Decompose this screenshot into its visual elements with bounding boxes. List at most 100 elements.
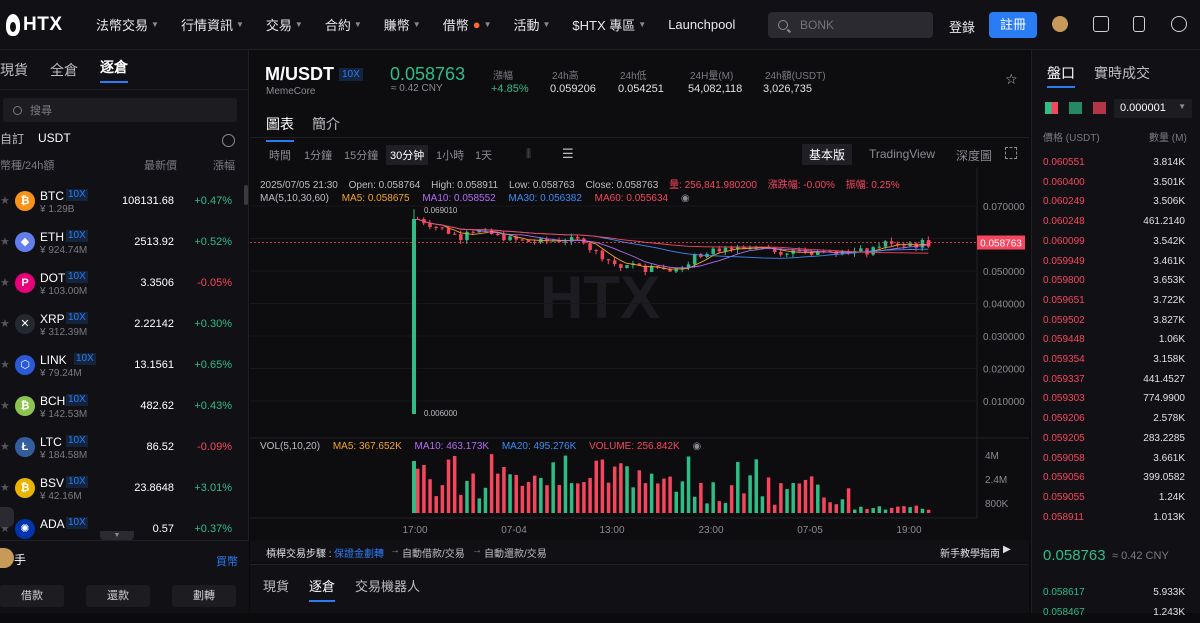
interval-3[interactable]: 30分钟 [386, 145, 429, 165]
play-icon[interactable]: ▶ [1003, 544, 1011, 555]
star-icon[interactable]: ★ [0, 440, 10, 453]
precision-select[interactable]: 0.000001 ▼ [1114, 99, 1192, 118]
tab-trades[interactable]: 實時成交 [1094, 63, 1150, 83]
ob-ask-row[interactable]: 0.059337 441.4527 [1043, 370, 1193, 390]
nav-loan[interactable]: 借幣 ● ▼ [443, 15, 492, 34]
star-icon[interactable]: ★ [0, 194, 10, 207]
star-icon[interactable]: ★ [0, 276, 10, 289]
tab-intro[interactable]: 簡介 [312, 114, 340, 134]
ob-bid-row[interactable]: 0.058467 1.243K [1043, 603, 1193, 623]
interval-4[interactable]: 1小時 [432, 145, 468, 165]
scrollbar[interactable] [244, 185, 248, 205]
repay-button[interactable]: 還款 [86, 585, 150, 607]
ob-ask-row[interactable]: 0.059949 3.461K [1043, 252, 1193, 272]
ob-ask-row[interactable]: 0.059206 2.578K [1043, 409, 1193, 429]
filter-usdt[interactable]: USDT [38, 131, 71, 145]
tab-orderbook[interactable]: 盤口 [1047, 63, 1075, 88]
interval-1[interactable]: 1分鐘 [300, 145, 336, 165]
ob-ask-row[interactable]: 0.059502 3.827K [1043, 311, 1193, 331]
fullscreen-icon[interactable] [1005, 147, 1017, 159]
star-icon[interactable]: ★ [0, 358, 10, 371]
mode-tradingview[interactable]: TradingView [869, 147, 935, 161]
settings-icon[interactable] [222, 134, 235, 147]
language-globe-icon[interactable] [1171, 16, 1187, 32]
nav-earn[interactable]: 賺幣 ▼ [384, 15, 421, 34]
ob-ask-row[interactable]: 0.059448 1.06K [1043, 330, 1193, 350]
ob-ask-row[interactable]: 0.060400 3.501K [1043, 173, 1193, 193]
asks-only-icon[interactable] [1093, 102, 1106, 114]
market-row[interactable]: ★ ₿ BSV 10X ¥ 42.16M 23.8648 +3.01% [0, 471, 240, 512]
market-row[interactable]: ★ P DOT 10X ¥ 103.00M 3.3506 -0.05% [0, 266, 240, 307]
global-search[interactable] [768, 12, 933, 38]
tab-isolated[interactable]: 逐倉 [100, 57, 128, 83]
ob-ask-row[interactable]: 0.060249 3.506K [1043, 192, 1193, 212]
market-row[interactable]: ★ ✕ XRP 10X ¥ 312.39M 2.22142 +0.30% [0, 307, 240, 348]
message-icon[interactable] [1093, 16, 1109, 32]
nav-trade[interactable]: 交易 ▼ [266, 15, 303, 34]
search-input[interactable] [800, 18, 910, 32]
star-icon[interactable]: ★ [0, 317, 10, 330]
ob-ask-row[interactable]: 0.059055 1.24K [1043, 488, 1193, 508]
star-icon[interactable]: ★ [0, 399, 10, 412]
nav-fiat[interactable]: 法幣交易 ▼ [96, 15, 159, 34]
col-symbol[interactable]: 幣種/24h額 [0, 157, 54, 173]
order-tab-bot[interactable]: 交易機器人 [355, 576, 420, 595]
bids-only-icon[interactable] [1069, 102, 1082, 114]
interval-2[interactable]: 15分鐘 [340, 145, 382, 165]
borrow-button[interactable]: 借款 [0, 585, 64, 607]
settings-lines-icon[interactable]: ☰ [562, 146, 574, 162]
ob-ask-row[interactable]: 0.059800 3.653K [1043, 271, 1193, 291]
ob-ask-row[interactable]: 0.059303 774.9900 [1043, 389, 1193, 409]
download-app-icon[interactable] [1133, 16, 1145, 32]
both-sides-icon[interactable] [1045, 102, 1058, 114]
mode-basic[interactable]: 基本版 [802, 144, 853, 165]
nav-launchpool[interactable]: Launchpool [668, 17, 735, 32]
market-row[interactable]: ★ Ł LTC 10X ¥ 184.58M 86.52 -0.09% [0, 430, 240, 471]
collapse-chevron-icon[interactable]: ▼ [100, 531, 134, 540]
nav-markets[interactable]: 行情資訊 ▼ [181, 15, 244, 34]
ob-ask-row[interactable]: 0.059354 3.158K [1043, 350, 1193, 370]
ob-ask-row[interactable]: 0.060551 3.814K [1043, 153, 1193, 173]
market-row[interactable]: ★ ₿ BCH 10X ¥ 142.53M 482.62 +0.43% [0, 389, 240, 430]
ob-ask-row[interactable]: 0.060099 3.542K [1043, 232, 1193, 252]
indicator-icon[interactable]: ⫼ [526, 148, 531, 161]
ob-ask-row[interactable]: 0.059205 283.2285 [1043, 429, 1193, 449]
ob-ask-row[interactable]: 0.059651 3.722K [1043, 291, 1193, 311]
tab-cross[interactable]: 全倉 [50, 60, 78, 80]
market-row[interactable]: ★ ◆ ETH 10X ¥ 924.74M 2513.92 +0.52% [0, 225, 240, 266]
filter-custom[interactable]: 自訂 [0, 130, 24, 147]
mode-depth[interactable]: 深度圖 [956, 147, 992, 164]
avatar-icon[interactable] [1052, 16, 1068, 32]
candlestick-chart[interactable]: HTX 0.0700000.0600000.0500000.0400000.03… [250, 168, 1029, 538]
col-change[interactable]: 漲幅 [213, 157, 235, 173]
market-row[interactable]: ★ ₿ BTC 10X ¥ 1.29B 108131.68 +0.47% [0, 184, 240, 225]
eye-icon[interactable]: ◉ [693, 441, 702, 452]
ob-bid-row[interactable]: 0.058617 5.933K [1043, 583, 1193, 603]
tab-spot[interactable]: 現貨 [0, 60, 28, 80]
buy-crypto-link[interactable]: 買幣 [216, 553, 238, 569]
ob-ask-row[interactable]: 0.059056 399.0582 [1043, 468, 1193, 488]
ob-ask-row[interactable]: 0.060248 461.2140 [1043, 212, 1193, 232]
htx-logo[interactable]: HTX [6, 13, 86, 36]
ob-ask-row[interactable]: 0.059058 3.661K [1043, 449, 1193, 469]
pair-name[interactable]: M/USDT [265, 64, 334, 85]
market-row[interactable]: ★ ⬡ LINK 10X ¥ 79.24M 13.1561 +0.65% [0, 348, 240, 389]
order-tab-spot[interactable]: 現貨 [263, 576, 289, 595]
transfer-button[interactable]: 劃轉 [172, 585, 236, 607]
ob-ask-row[interactable]: 0.058911 1.013K [1043, 508, 1193, 528]
order-tab-isolated[interactable]: 逐倉 [309, 576, 336, 602]
step-margin-transfer[interactable]: 保證金劃轉 [334, 545, 384, 560]
login-link[interactable]: 登錄 [949, 17, 975, 36]
nav-htx-zone[interactable]: $HTX 專區 ▼ [572, 15, 646, 34]
grid-icon[interactable] [0, 507, 14, 527]
col-price[interactable]: 最新價 [144, 157, 177, 173]
nav-events[interactable]: 活動 ▼ [513, 15, 550, 34]
register-button[interactable]: 註冊 [989, 12, 1037, 38]
star-icon[interactable]: ☆ [1005, 71, 1018, 88]
star-icon[interactable]: ★ [0, 235, 10, 248]
market-search[interactable]: 搜尋 [3, 98, 237, 122]
tutorial-link[interactable]: 新手教學指南 [940, 545, 1000, 560]
interval-5[interactable]: 1天 [471, 145, 496, 165]
nav-futures[interactable]: 合約 ▼ [325, 15, 362, 34]
star-icon[interactable]: ★ [0, 481, 10, 494]
